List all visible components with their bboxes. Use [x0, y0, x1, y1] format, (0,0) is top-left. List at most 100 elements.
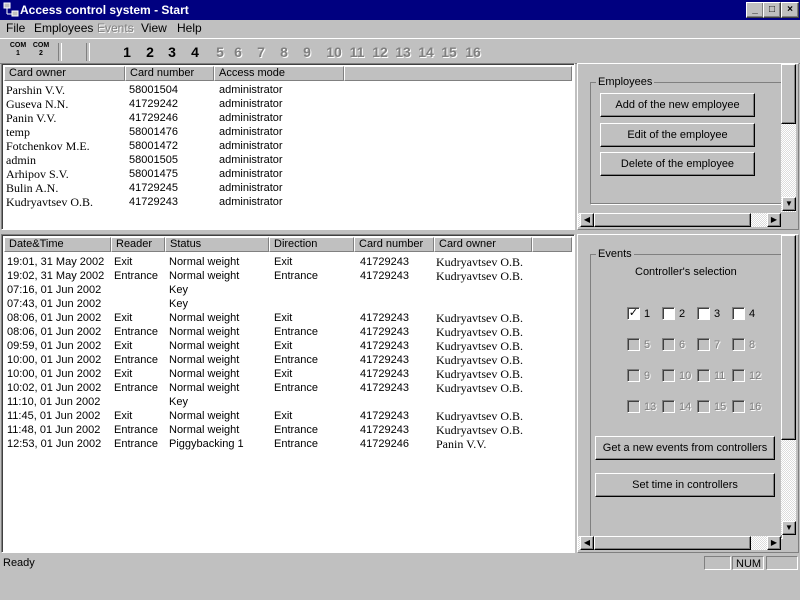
controller-7-button[interactable]: 7	[252, 42, 270, 62]
set-time-button[interactable]: Set time in controllers	[595, 473, 775, 497]
get-events-button[interactable]: Get a new events from controllers	[595, 436, 775, 460]
controller-8-button[interactable]: 8	[275, 42, 293, 62]
controller-3-button[interactable]: 3	[163, 42, 181, 62]
edit-employee-button[interactable]: Edit of the employee	[600, 123, 755, 147]
col-header-card-number[interactable]: Card number	[125, 66, 214, 81]
employees-hscroll-thumb[interactable]	[594, 213, 751, 227]
controller-2-button[interactable]: 2	[141, 42, 159, 62]
table-row[interactable]: 19:01, 31 May 2002 Exit Normal weight Exit 4…	[4, 255, 569, 269]
events-hscroll-thumb[interactable]	[594, 536, 751, 550]
scroll-down-icon[interactable]: ▼	[782, 521, 796, 535]
status-pane-num: NUM	[732, 556, 764, 570]
table-row[interactable]: 10:00, 01 Jun 2002 Exit Normal weight Exit 4…	[4, 367, 569, 381]
table-row[interactable]: Bulin A.N. 41729245 administrator	[4, 181, 564, 195]
controller-13-button[interactable]: 13	[394, 42, 412, 62]
table-row[interactable]: 12:53, 01 Jun 2002 Entrance Piggybacking 1…	[4, 437, 569, 451]
table-row[interactable]: 09:59, 01 Jun 2002 Exit Normal weight Exit 4…	[4, 339, 569, 353]
controller-10-button[interactable]: 10	[325, 42, 343, 62]
col-header-direction[interactable]: Direction	[269, 237, 354, 252]
controller-12-checkbox[interactable]	[732, 369, 745, 382]
status-cell: Normal weight	[169, 368, 240, 380]
table-row[interactable]: Fotchenkov M.E. 58001472 administrator	[4, 139, 564, 153]
controller-4-checkbox[interactable]	[732, 307, 745, 320]
table-row[interactable]: admin 58001505 administrator	[4, 153, 564, 167]
add-employee-button[interactable]: Add of the new employee	[600, 93, 755, 117]
scroll-left-icon[interactable]: ◀	[580, 536, 594, 550]
controller-6-checkbox[interactable]	[662, 338, 675, 351]
col-header-card-owner[interactable]: Card owner	[4, 66, 125, 81]
table-row[interactable]: 08:06, 01 Jun 2002 Entrance Normal weight E…	[4, 325, 569, 339]
controller-15-checkbox[interactable]	[697, 400, 710, 413]
col-header-status[interactable]: Status	[165, 237, 269, 252]
controller-8-checkbox[interactable]	[732, 338, 745, 351]
col-header-access-mode[interactable]: Access mode	[214, 66, 344, 81]
controller-1-checkbox[interactable]: ✓	[627, 307, 640, 320]
datetime-cell: 11:10, 01 Jun 2002	[7, 396, 101, 408]
col-header-empty	[344, 66, 572, 81]
controller-10-checkbox[interactable]	[662, 369, 675, 382]
table-row[interactable]: Arhipov S.V. 58001475 administrator	[4, 167, 564, 181]
employees-vscroll-thumb[interactable]	[781, 64, 796, 124]
col-header-datetime[interactable]: Date&Time	[4, 237, 111, 252]
table-row[interactable]: 19:02, 31 May 2002 Entrance Normal weight E…	[4, 269, 569, 283]
events-vscroll-thumb[interactable]	[781, 235, 796, 440]
menu-file[interactable]: File	[6, 20, 25, 37]
title-bar[interactable]: Access control system - Start _ □ ×	[0, 0, 800, 20]
table-row[interactable]: 07:16, 01 Jun 2002 Key	[4, 283, 569, 297]
controller-14-checkbox[interactable]	[662, 400, 675, 413]
table-row[interactable]: Guseva N.N. 41729242 administrator	[4, 97, 564, 111]
status-pane-caps	[704, 556, 731, 570]
scroll-right-icon[interactable]: ▶	[767, 213, 781, 227]
col-header-card-number[interactable]: Card number	[354, 237, 434, 252]
scroll-down-icon[interactable]: ▼	[782, 197, 796, 211]
menu-help[interactable]: Help	[177, 20, 202, 37]
table-row[interactable]: 07:43, 01 Jun 2002 Key	[4, 297, 569, 311]
table-row[interactable]: 08:06, 01 Jun 2002 Exit Normal weight Exit 4…	[4, 311, 569, 325]
scroll-right-icon[interactable]: ▶	[767, 536, 781, 550]
table-row[interactable]: Kudryavtsev O.B. 41729243 administrator	[4, 195, 564, 209]
controller-11-checkbox[interactable]	[697, 369, 710, 382]
table-row[interactable]: 10:02, 01 Jun 2002 Entrance Normal weight E…	[4, 381, 569, 395]
col-header-reader[interactable]: Reader	[111, 237, 165, 252]
scroll-left-icon[interactable]: ◀	[580, 213, 594, 227]
controller-9-button[interactable]: 9	[298, 42, 316, 62]
controller-5-button[interactable]: 5	[211, 42, 229, 62]
controller-6-button[interactable]: 6	[229, 42, 247, 62]
controller-16-checkbox[interactable]	[732, 400, 745, 413]
table-row[interactable]: Panin V.V. 41729246 administrator	[4, 111, 564, 125]
table-row[interactable]: Parshin V.V. 58001504 administrator	[4, 83, 564, 97]
controller-2-checkbox[interactable]	[662, 307, 675, 320]
cards-list[interactable]: Card owner Card number Access mode Parsh…	[1, 63, 575, 230]
access-mode-cell: administrator	[219, 168, 283, 180]
access-mode-cell: administrator	[219, 154, 283, 166]
delete-employee-button[interactable]: Delete of the employee	[600, 152, 755, 176]
com2-button[interactable]: COM 2	[29, 42, 53, 62]
controller-13-checkbox[interactable]	[627, 400, 640, 413]
reader-cell: Exit	[114, 312, 133, 324]
controller-14-button[interactable]: 14	[417, 42, 435, 62]
table-row[interactable]: 10:00, 01 Jun 2002 Entrance Normal weight E…	[4, 353, 569, 367]
controller-5-checkbox[interactable]	[627, 338, 640, 351]
close-button[interactable]: ×	[781, 2, 799, 18]
controller-11-button[interactable]: 11	[348, 42, 366, 62]
menu-events[interactable]: Events	[97, 20, 134, 37]
controller-12-button[interactable]: 12	[371, 42, 389, 62]
controller-1-button[interactable]: 1	[118, 42, 136, 62]
table-row[interactable]: 11:45, 01 Jun 2002 Exit Normal weight Exit 4…	[4, 409, 569, 423]
maximize-button[interactable]: □	[763, 2, 781, 18]
table-row[interactable]: 11:48, 01 Jun 2002 Entrance Normal weight E…	[4, 423, 569, 437]
controller-15-button[interactable]: 15	[440, 42, 458, 62]
controller-3-checkbox[interactable]	[697, 307, 710, 320]
table-row[interactable]: temp 58001476 administrator	[4, 125, 564, 139]
table-row[interactable]: 11:10, 01 Jun 2002 Key	[4, 395, 569, 409]
col-header-card-owner[interactable]: Card owner	[434, 237, 532, 252]
controller-16-button[interactable]: 16	[464, 42, 482, 62]
com1-button[interactable]: COM 1	[6, 42, 30, 62]
minimize-button[interactable]: _	[746, 2, 764, 18]
events-log-list[interactable]: Date&Time Reader Status Direction Card n…	[1, 234, 575, 553]
controller-4-button[interactable]: 4	[186, 42, 204, 62]
menu-view[interactable]: View	[141, 20, 167, 37]
menu-employees[interactable]: Employees	[34, 20, 93, 37]
controller-9-checkbox[interactable]	[627, 369, 640, 382]
controller-7-checkbox[interactable]	[697, 338, 710, 351]
